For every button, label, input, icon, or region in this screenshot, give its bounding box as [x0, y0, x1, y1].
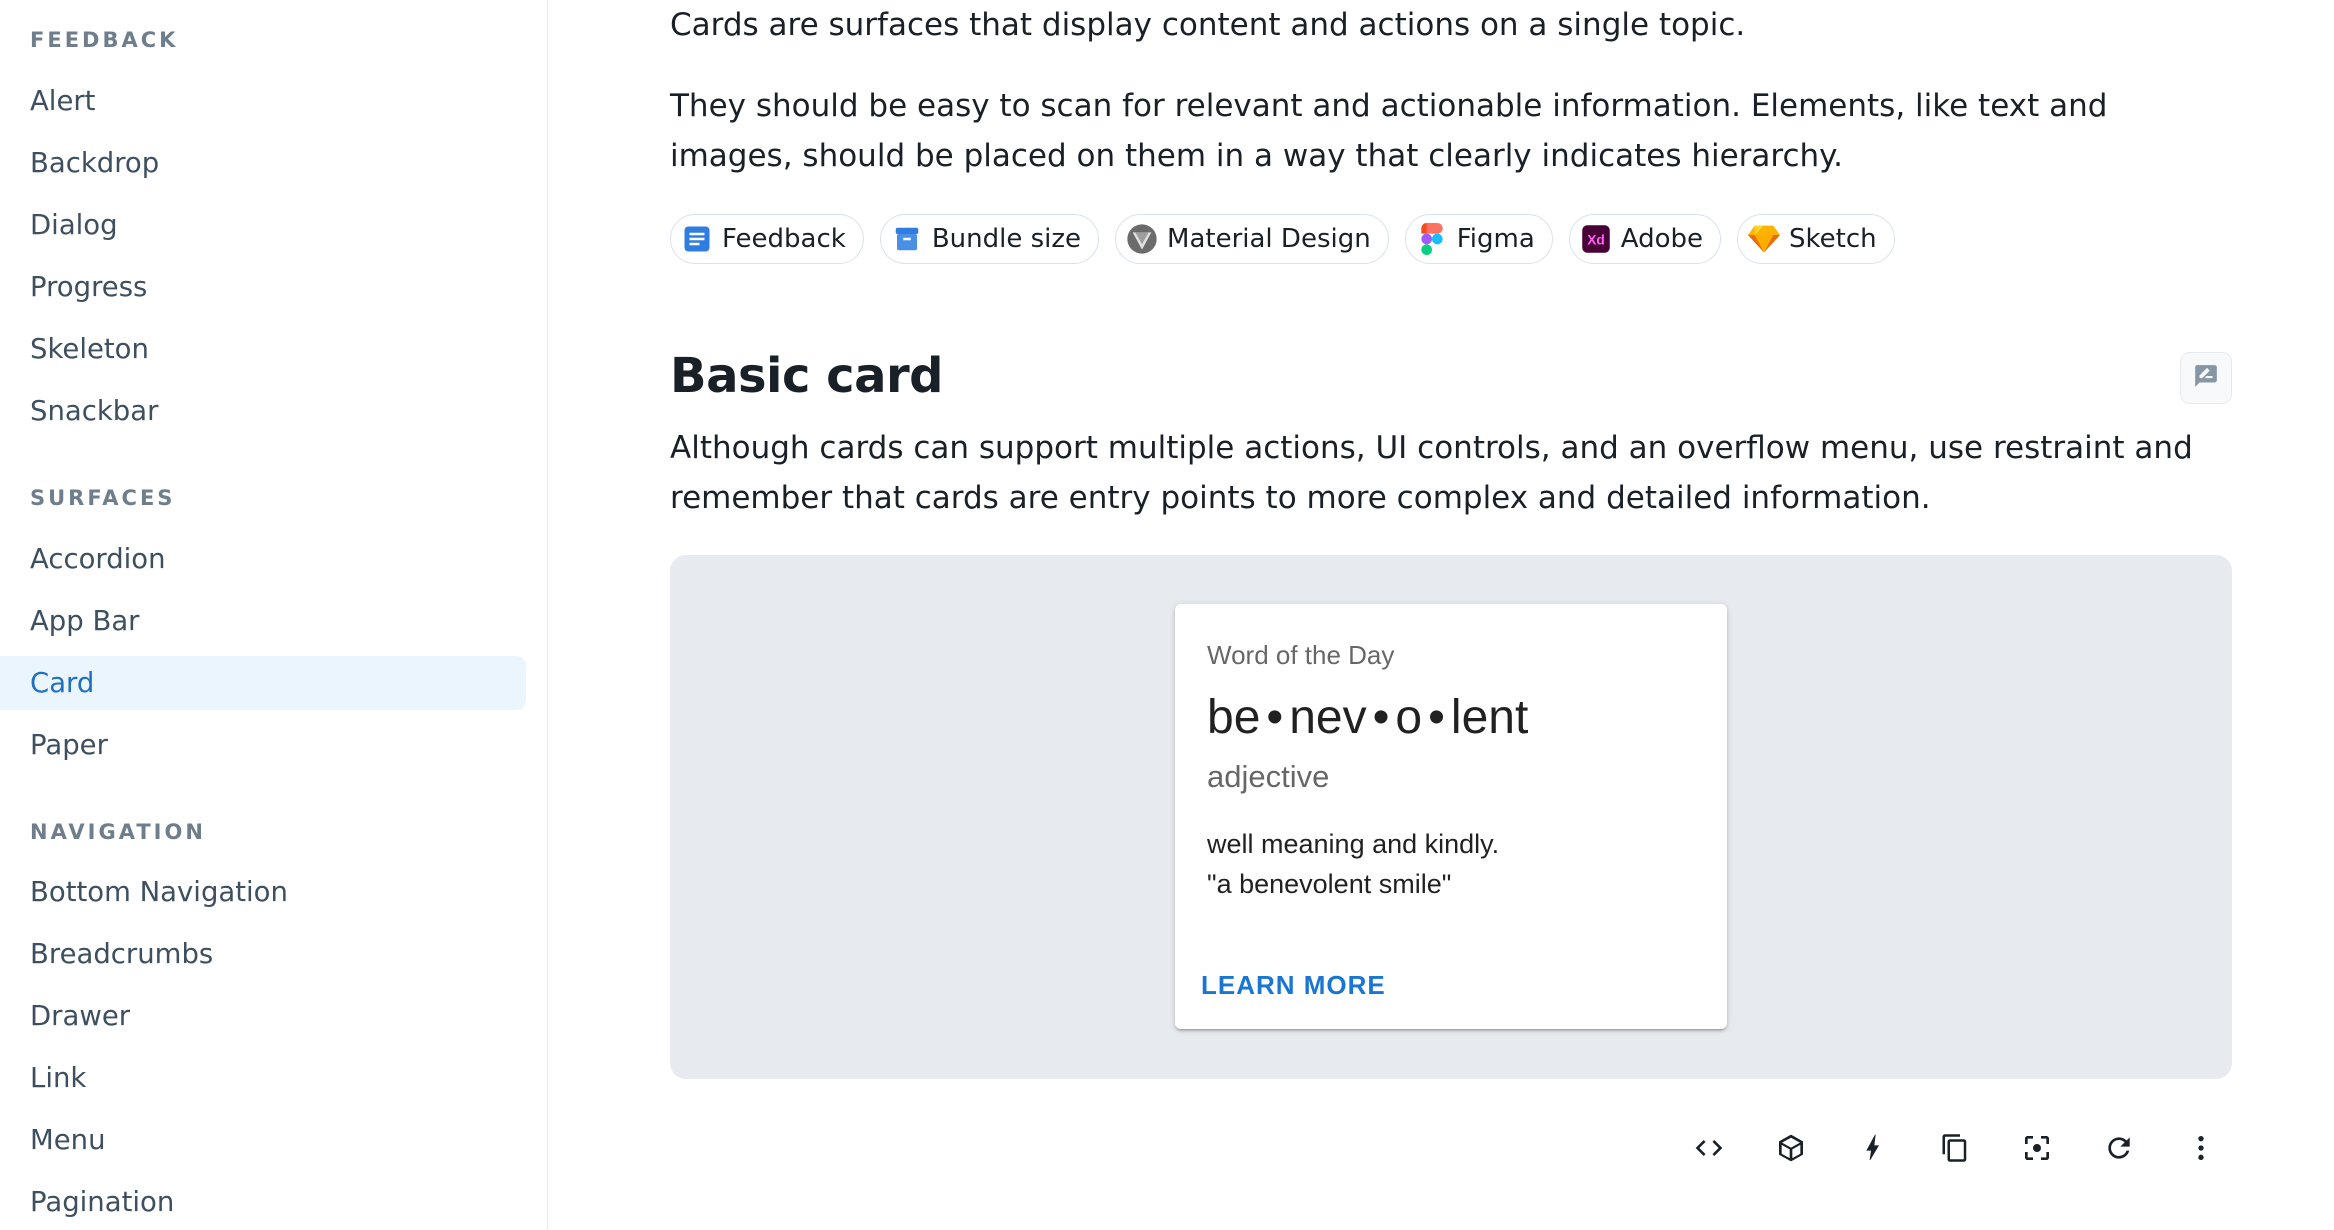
- word-part: be: [1207, 691, 1261, 744]
- stackblitz-button[interactable]: [1841, 1118, 1905, 1182]
- more-options-icon: [2185, 1132, 2217, 1168]
- resource-chips: Feedback Bundle size Material Design Fig…: [670, 214, 1895, 264]
- sidebar-item-accordion[interactable]: Accordion: [0, 532, 526, 586]
- copy-icon: [1940, 1133, 1970, 1167]
- intro-paragraph-2: They should be easy to scan for relevant…: [670, 88, 2108, 174]
- reset-focus-button[interactable]: [2005, 1118, 2069, 1182]
- chip-label: Bundle size: [931, 224, 1082, 254]
- sidebar-item-bottom-navigation[interactable]: Bottom Navigation: [0, 865, 526, 919]
- sketch-chip[interactable]: Sketch: [1737, 214, 1895, 264]
- nav-heading-surfaces: SURFACES: [30, 486, 176, 510]
- sidebar: FEEDBACK Alert Backdrop Dialog Progress …: [0, 0, 548, 1230]
- section-title: Basic card: [670, 348, 944, 404]
- sidebar-item-skeleton[interactable]: Skeleton: [0, 322, 526, 376]
- demo-container: Word of the Day be • nev • o • lent adjective …: [670, 555, 2232, 1079]
- intro-paragraph-1: Cards are surfaces that display content …: [670, 7, 1746, 43]
- stackblitz-icon: [1857, 1132, 1889, 1168]
- more-options-button[interactable]: [2169, 1118, 2233, 1182]
- feedback-icon: [681, 223, 713, 255]
- sidebar-item-breadcrumbs[interactable]: Breadcrumbs: [0, 927, 526, 981]
- sidebar-item-backdrop[interactable]: Backdrop: [0, 136, 526, 190]
- bundle-size-icon: [891, 223, 923, 255]
- sidebar-item-link[interactable]: Link: [0, 1051, 526, 1105]
- sidebar-item-drawer[interactable]: Drawer: [0, 989, 526, 1043]
- material-design-icon: [1126, 223, 1158, 255]
- sidebar-item-snackbar[interactable]: Snackbar: [0, 384, 526, 438]
- codesandbox-icon: [1775, 1132, 1807, 1168]
- word-separator: •: [1372, 691, 1390, 744]
- word-separator: •: [1266, 691, 1284, 744]
- word-separator: •: [1428, 691, 1445, 744]
- feedback-chip[interactable]: Feedback: [670, 214, 864, 264]
- material-design-chip[interactable]: Material Design: [1115, 214, 1389, 264]
- show-code-button[interactable]: [1677, 1118, 1741, 1182]
- section-description: Although cards can support multiple acti…: [670, 430, 2193, 516]
- sidebar-item-paper[interactable]: Paper: [0, 718, 526, 772]
- svg-text:Xd: Xd: [1587, 233, 1605, 248]
- copy-source-button[interactable]: [1923, 1118, 1987, 1182]
- card-overline: Word of the Day: [1207, 640, 1395, 670]
- sidebar-item-progress[interactable]: Progress: [0, 260, 526, 314]
- sketch-icon: [1748, 223, 1781, 255]
- demo-toolbar: [1677, 1118, 2233, 1182]
- word-of-the-day-card: Word of the Day be • nev • o • lent adjective …: [1175, 604, 1727, 1029]
- word-part: nev: [1289, 691, 1367, 744]
- example-text: "a benevolent smile": [1207, 869, 1452, 899]
- adobe-xd-icon: Xd: [1580, 223, 1612, 255]
- chip-label: Adobe: [1620, 224, 1704, 254]
- nav-heading-feedback: FEEDBACK: [30, 28, 179, 52]
- rate-review-icon: [2193, 363, 2219, 393]
- sidebar-item-app-bar[interactable]: App Bar: [0, 594, 526, 648]
- code-icon: [1693, 1132, 1725, 1168]
- figma-chip[interactable]: Figma: [1404, 214, 1553, 264]
- sidebar-item-pagination[interactable]: Pagination: [0, 1175, 526, 1229]
- word-part: lent: [1450, 691, 1529, 744]
- bundle-size-chip[interactable]: Bundle size: [879, 214, 1100, 264]
- reset-demo-icon: [2103, 1132, 2135, 1168]
- reset-demo-button[interactable]: [2087, 1118, 2151, 1182]
- section-feedback-button[interactable]: [2180, 352, 2232, 404]
- nav-heading-navigation: NAVIGATION: [30, 820, 206, 844]
- card-part-of-speech: adjective: [1207, 759, 1330, 794]
- sidebar-item-menu[interactable]: Menu: [0, 1113, 526, 1167]
- chip-label: Sketch: [1789, 224, 1877, 254]
- sidebar-item-dialog[interactable]: Dialog: [0, 198, 526, 252]
- definition-text: well meaning and kindly.: [1207, 829, 1500, 859]
- chip-label: Figma: [1456, 224, 1535, 254]
- learn-more-button[interactable]: LEARN MORE: [1191, 962, 1396, 1008]
- word-part: o: [1395, 691, 1423, 744]
- reset-focus-icon: [2021, 1132, 2053, 1168]
- sidebar-item-alert[interactable]: Alert: [0, 74, 526, 128]
- card-word: be • nev • o • lent: [1207, 690, 1528, 745]
- codesandbox-button[interactable]: [1759, 1118, 1823, 1182]
- chip-label: Material Design: [1167, 224, 1371, 254]
- figma-icon: [1416, 223, 1448, 255]
- card-definition: well meaning and kindly. "a benevolent s…: [1207, 824, 1499, 904]
- adobe-chip[interactable]: Xd Adobe: [1568, 214, 1722, 264]
- chip-label: Feedback: [722, 224, 846, 254]
- main-content: Cards are surfaces that display content …: [670, 0, 2233, 1230]
- sidebar-item-card[interactable]: Card: [0, 656, 526, 710]
